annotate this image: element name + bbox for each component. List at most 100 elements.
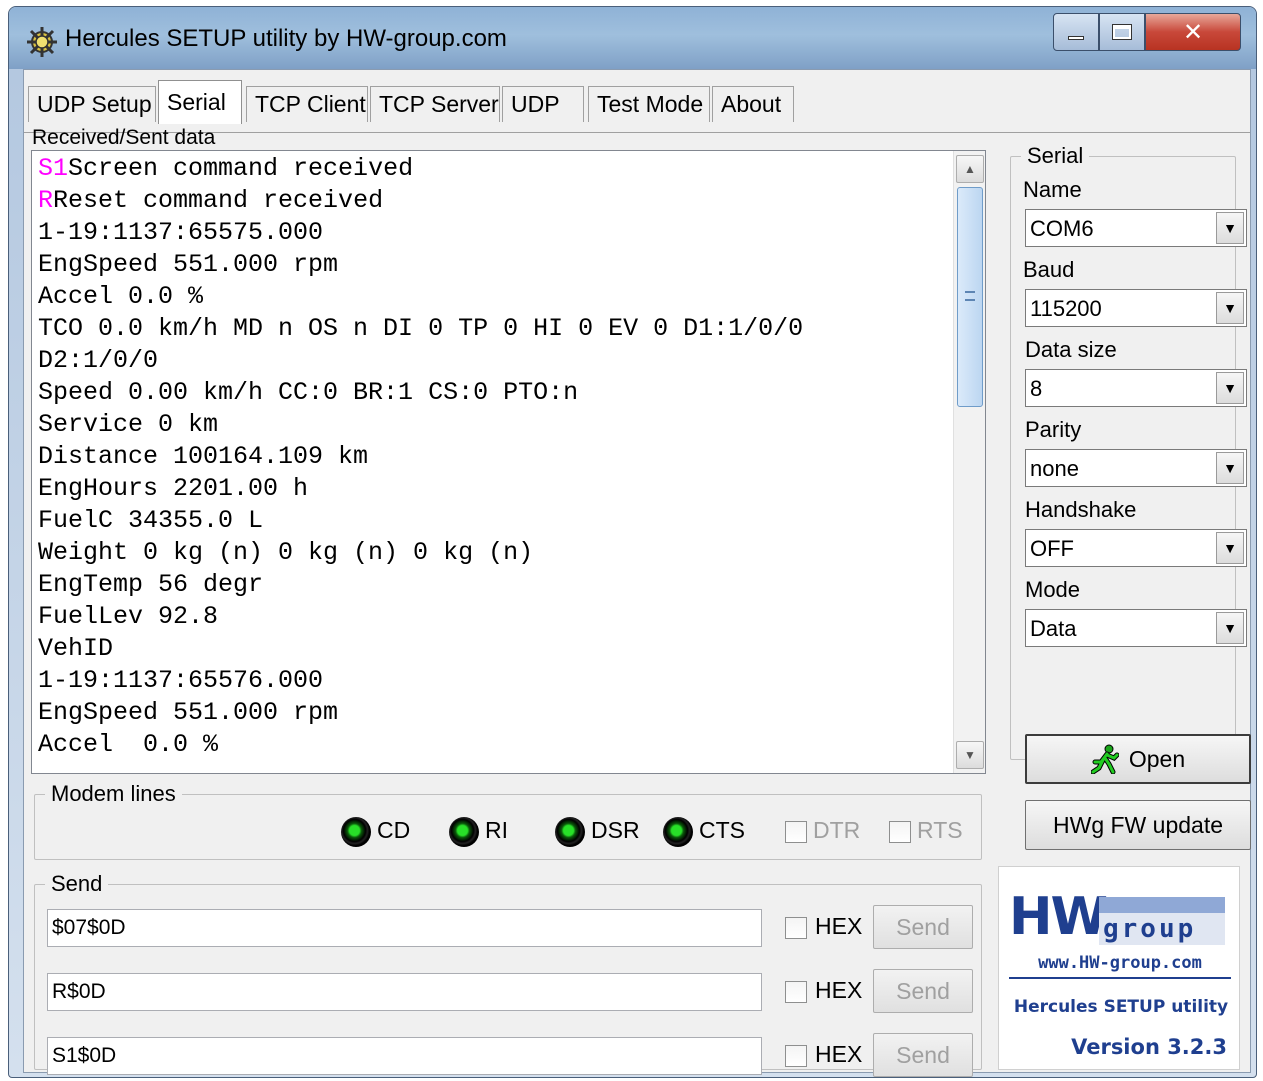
received-line: Speed 0.00 km/h CC:0 BR:1 CS:0 PTO:n [38, 377, 943, 409]
cd-led-icon [341, 817, 371, 847]
serial-settings-group: Serial Name COM6 ▼ Baud 115200 ▼ Data si… [1010, 143, 1247, 760]
received-line: EngSpeed 551.000 rpm [38, 697, 943, 729]
chevron-down-icon[interactable]: ▼ [1216, 532, 1244, 564]
scroll-up-arrow-icon[interactable]: ▲ [956, 155, 984, 183]
maximize-button[interactable] [1099, 13, 1145, 51]
modem-lines-group: Modem lines CD RI DSR CTS DTR RTS [34, 781, 982, 860]
received-line-text: D2:1/0/0 [38, 346, 159, 375]
modem-lines-title: Modem lines [45, 781, 182, 807]
chevron-down-icon[interactable]: ▼ [1216, 292, 1244, 324]
dtr-label: DTR [813, 817, 861, 843]
received-line-text: Speed 0.00 km/h CC:0 BR:1 CS:0 PTO:n [38, 378, 579, 407]
parity-select[interactable]: none ▼ [1025, 449, 1247, 487]
port-name-select[interactable]: COM6 ▼ [1025, 209, 1247, 247]
app-window: Hercules SETUP utility by HW-group.com ✕… [8, 6, 1257, 1078]
logo-group-text: group [1099, 913, 1225, 945]
handshake-value: OFF [1030, 536, 1074, 561]
main-panel: UDP Setup Serial TCP Client TCP Server U… [23, 69, 1251, 1077]
running-man-icon [1090, 744, 1119, 774]
received-line: 1-19:1137:65576.000 [38, 665, 943, 697]
hex-checkbox-3[interactable] [785, 1045, 807, 1067]
received-line: EngSpeed 551.000 rpm [38, 249, 943, 281]
rts-label: RTS [917, 817, 963, 843]
mode-select[interactable]: Data ▼ [1025, 609, 1247, 647]
tab-serial[interactable]: Serial [158, 80, 242, 124]
chevron-down-icon[interactable]: ▼ [1216, 612, 1244, 644]
dtr-checkbox[interactable] [785, 821, 807, 843]
send-input-1[interactable]: $07$0D [47, 909, 762, 947]
hex-checkbox-2[interactable] [785, 981, 807, 1003]
parity-value: none [1030, 456, 1079, 481]
received-data-textarea[interactable]: S1Screen command received RReset command … [31, 150, 986, 774]
received-line-text: 1-19:1137:65576.000 [38, 666, 324, 695]
received-line-text: Accel 0.0 % [38, 282, 204, 311]
close-icon: ✕ [1182, 18, 1204, 46]
tab-tcp-client[interactable]: TCP Client [246, 86, 368, 122]
hex-label-2: HEX [815, 977, 863, 1003]
baud-select[interactable]: 115200 ▼ [1025, 289, 1247, 327]
send-button-3[interactable]: Send [873, 1033, 973, 1077]
received-line: EngTemp 56 degr [38, 569, 943, 601]
send-group: Send $07$0D HEX Send R$0D HEX Send S1$0D… [34, 871, 982, 1077]
tab-about[interactable]: About [712, 86, 794, 122]
title-bar[interactable]: Hercules SETUP utility by HW-group.com ✕ [9, 7, 1256, 69]
tab-tcp-server[interactable]: TCP Server [370, 86, 500, 122]
hex-checkbox-1[interactable] [785, 917, 807, 939]
cts-led-icon [663, 817, 693, 847]
chevron-down-icon[interactable]: ▼ [1216, 212, 1244, 244]
minimize-button[interactable] [1053, 13, 1099, 51]
received-line: EngHours 2201.00 h [38, 473, 943, 505]
version-label: Version 3.2.3 [1071, 1035, 1227, 1059]
logo-hw-text: HW [1009, 887, 1108, 947]
rts-checkbox[interactable] [889, 821, 911, 843]
close-button[interactable]: ✕ [1145, 13, 1241, 51]
maximize-icon [1112, 24, 1132, 40]
send-input-2[interactable]: R$0D [47, 973, 762, 1011]
echo-prefix: R [38, 186, 54, 215]
received-line: Accel 0.0 % [38, 729, 943, 761]
chevron-down-icon[interactable]: ▼ [1216, 452, 1244, 484]
received-line: VehID [38, 633, 943, 665]
logo-product-name: Hercules SETUP utility [1013, 997, 1229, 1017]
received-line: Distance 100164.109 km [38, 441, 943, 473]
ri-label: RI [485, 817, 508, 843]
hw-group-logo: HW group www.HW-group.com Hercules SETUP… [998, 866, 1240, 1070]
received-line: FuelC 34355.0 L [38, 505, 943, 537]
hex-label-1: HEX [815, 913, 863, 939]
received-line-text: 1-19:1137:65575.000 [38, 218, 324, 247]
received-line-text: VehID [38, 634, 114, 663]
scroll-down-arrow-icon[interactable]: ▼ [956, 741, 984, 769]
parity-label: Parity [1025, 417, 1082, 442]
grip-icon [965, 291, 975, 301]
received-line-text: Screen command received [68, 154, 414, 183]
received-line-text: FuelC 34355.0 L [38, 506, 264, 535]
send-button-1[interactable]: Send [873, 905, 973, 949]
data-size-select[interactable]: 8 ▼ [1025, 369, 1247, 407]
chevron-down-icon[interactable]: ▼ [1216, 372, 1244, 404]
hwg-fw-update-button[interactable]: HWg FW update [1025, 800, 1251, 850]
received-line-text: Accel 0.0 % [38, 730, 219, 759]
ri-led-icon [449, 817, 479, 847]
open-port-button[interactable]: Open [1025, 734, 1251, 784]
dsr-led-icon [555, 817, 585, 847]
scrollbar-thumb[interactable] [957, 187, 983, 407]
send-input-3[interactable]: S1$0D [47, 1037, 762, 1075]
received-line: TCO 0.0 km/h MD n OS n DI 0 TP 0 HI 0 EV… [38, 313, 943, 345]
send-button-2[interactable]: Send [873, 969, 973, 1013]
data-size-label: Data size [1025, 337, 1117, 362]
dsr-label: DSR [591, 817, 640, 843]
tab-bar: UDP Setup Serial TCP Client TCP Server U… [24, 80, 1250, 133]
received-line: S1Screen command received [38, 153, 943, 185]
tab-udp[interactable]: UDP [502, 86, 584, 122]
received-line: Weight 0 kg (n) 0 kg (n) 0 kg (n) [38, 537, 943, 569]
tab-udp-setup[interactable]: UDP Setup [28, 86, 156, 122]
vertical-scrollbar[interactable]: ▲ ▼ [953, 151, 985, 773]
hercules-app-icon [27, 27, 57, 57]
received-line: RReset command received [38, 185, 943, 217]
received-data-lines: S1Screen command received RReset command … [38, 153, 943, 761]
port-name-label: Name [1023, 177, 1082, 202]
open-button-label: Open [1128, 745, 1186, 772]
handshake-select[interactable]: OFF ▼ [1025, 529, 1247, 567]
received-data-label: Received/Sent data [32, 126, 216, 149]
tab-test-mode[interactable]: Test Mode [588, 86, 710, 122]
